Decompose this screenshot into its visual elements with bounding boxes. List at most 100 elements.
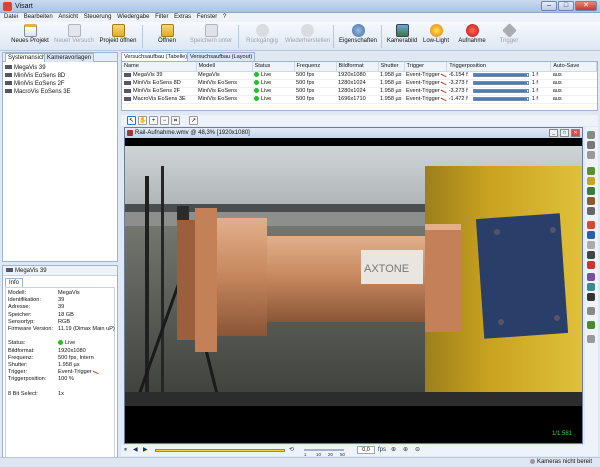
info-key: Triggerposition:: [8, 376, 47, 383]
col-autosave[interactable]: Auto-Save: [550, 62, 597, 72]
minimize-button[interactable]: –: [541, 1, 557, 11]
menu-fenster[interactable]: Fenster: [197, 13, 217, 22]
video-minimize-button[interactable]: _: [549, 129, 558, 137]
zoom-out-icon[interactable]: −: [160, 116, 169, 125]
menu-datei[interactable]: Datei: [4, 13, 18, 22]
trigger-position-bar[interactable]: [472, 88, 529, 93]
ruler-icon[interactable]: [587, 307, 595, 315]
info-header: MegaVis 39: [3, 266, 117, 276]
cell-frequency: 500 fps: [294, 95, 336, 104]
tree-item-macrovis-3e[interactable]: MacroVis EoSens 3E: [5, 88, 115, 96]
marker-icon[interactable]: [587, 221, 595, 229]
table-row[interactable]: MiniVis EoSens 8D MiniVis EoSens Live 500 f…: [122, 79, 597, 88]
trigger-position-bar[interactable]: [472, 96, 529, 101]
camera-image-button[interactable]: Kamerabild: [386, 24, 418, 50]
menu-wiedergabe[interactable]: Wiedergabe: [117, 13, 149, 22]
tab-setup-table[interactable]: Versuchsaufbau (Tabelle): [121, 52, 191, 61]
menu-ansicht[interactable]: Ansicht: [58, 13, 78, 22]
link-icon[interactable]: [587, 335, 595, 343]
hand-tool-icon[interactable]: ✋: [138, 116, 147, 125]
col-trigger-position[interactable]: Triggerposition: [446, 62, 552, 72]
text-tool-icon[interactable]: [587, 293, 595, 301]
track-icon[interactable]: [587, 321, 595, 329]
save-as-button[interactable]: Speichern unter: [189, 24, 233, 50]
redo-button[interactable]: Wiederherstellen: [285, 24, 330, 50]
info-row: Modell: MegaVis: [8, 290, 112, 297]
tree-item-megavis-39[interactable]: MegaVis 39: [5, 64, 115, 72]
zoom-in-icon[interactable]: +: [149, 116, 158, 125]
info-key: 8 Bit Select:: [8, 390, 38, 397]
camera-icon: [5, 81, 12, 86]
color-icon[interactable]: [587, 187, 595, 195]
table-row[interactable]: MegaVis 39 MegaVis Live 500 fps 1920x1080 1.9…: [122, 71, 597, 80]
frame-marker-icon[interactable]: ⏸: [124, 447, 127, 454]
record-button[interactable]: Aufnahme: [456, 24, 488, 50]
brightness-icon[interactable]: [587, 177, 595, 185]
tab-setup-layout[interactable]: Versuchsaufbau (Layout): [187, 52, 256, 61]
tab-kameravorlagen[interactable]: Kameravorlagen: [44, 53, 95, 62]
open-project-button[interactable]: Projekt öffnen: [98, 24, 138, 50]
overlay-icon[interactable]: [587, 241, 595, 249]
camera-icon[interactable]: [587, 141, 595, 149]
tree-item-minivis-8d[interactable]: MiniVis EoSens 8D: [5, 72, 115, 80]
undo-icon: [255, 24, 269, 37]
speed-slider[interactable]: [304, 449, 344, 451]
low-light-button[interactable]: Low-Light: [421, 24, 451, 50]
col-name[interactable]: Name: [122, 62, 197, 72]
col-frequency[interactable]: Frequenz: [294, 62, 337, 72]
fps-input[interactable]: 0,0: [357, 446, 375, 454]
cell-trigger-position[interactable]: -3.273 f 1 f: [446, 87, 551, 96]
zoom-out-icon[interactable]: ⊖: [415, 447, 420, 454]
cell-trigger-position[interactable]: -3.273 f 1 f: [446, 79, 551, 88]
table-row[interactable]: MacroVis EoSens 3E MiniVis EoSens Live 500 …: [122, 95, 597, 104]
menu-help[interactable]: ?: [223, 13, 226, 22]
record-icon[interactable]: [587, 261, 595, 269]
zoom-actual-icon[interactable]: ⊕: [403, 447, 408, 454]
timeline-slider[interactable]: [155, 449, 285, 452]
menu-extras[interactable]: Extras: [174, 13, 191, 22]
table-row[interactable]: MiniVis EoSens 2F MiniVis EoSens Live 500 f…: [122, 87, 597, 96]
cell-trigger-position[interactable]: -6.154 f 1 f: [446, 71, 551, 80]
zoom-fit-icon[interactable]: ⊕: [391, 447, 396, 454]
trigger-position-bar[interactable]: [472, 72, 529, 77]
menu-filter[interactable]: Filter: [155, 13, 168, 22]
filter-icon[interactable]: [587, 167, 595, 175]
new-project-button[interactable]: Neues Projekt: [10, 24, 50, 50]
cell-trigger-position[interactable]: -1.472 f 1 f: [446, 95, 551, 104]
menu-bearbeiten[interactable]: Bearbeiten: [24, 13, 53, 22]
settings-icon[interactable]: [587, 131, 595, 139]
contrast-icon[interactable]: [587, 197, 595, 205]
col-trigger[interactable]: Trigger: [404, 62, 448, 72]
cell-model: MegaVis: [196, 71, 252, 80]
close-button[interactable]: ✕: [575, 1, 597, 11]
undo-button[interactable]: Rückgängig: [245, 24, 279, 50]
measure-icon[interactable]: [587, 231, 595, 239]
col-model[interactable]: Modell: [196, 62, 253, 72]
trigger-position-bar[interactable]: [472, 80, 529, 85]
tab-info[interactable]: Info: [5, 278, 24, 287]
open-button[interactable]: Öffnen: [152, 24, 182, 50]
new-test-button[interactable]: Neuer Versuch: [54, 24, 94, 50]
col-format[interactable]: Bildformat: [336, 62, 379, 72]
grid-icon[interactable]: [587, 151, 595, 159]
col-shutter[interactable]: Shutter: [378, 62, 405, 72]
export-icon[interactable]: [587, 283, 595, 291]
play-back-icon[interactable]: ◀: [133, 447, 138, 454]
select-tool-icon[interactable]: ↖: [127, 116, 136, 125]
properties-button[interactable]: Eigenschaften: [338, 24, 378, 50]
histogram-icon[interactable]: [587, 251, 595, 259]
trigger-button[interactable]: Trigger: [494, 23, 524, 50]
palette-icon[interactable]: [587, 273, 595, 281]
loop-icon[interactable]: ⟲: [289, 447, 294, 454]
maximize-button[interactable]: □: [558, 1, 574, 11]
sharpen-icon[interactable]: [587, 207, 595, 215]
crop-tool-icon[interactable]: ⌗: [171, 116, 180, 125]
play-icon[interactable]: ▶: [143, 447, 148, 454]
video-maximize-button[interactable]: □: [560, 129, 569, 137]
cell-format: 1696x1710: [336, 95, 378, 104]
menu-steuerung[interactable]: Steuerung: [84, 13, 112, 22]
video-close-button[interactable]: ✕: [571, 129, 580, 137]
tree-item-minivis-2f[interactable]: MiniVis EoSens 2F: [5, 80, 115, 88]
col-status[interactable]: Status: [252, 62, 295, 72]
pointer-tool-icon[interactable]: ↗: [189, 116, 198, 125]
